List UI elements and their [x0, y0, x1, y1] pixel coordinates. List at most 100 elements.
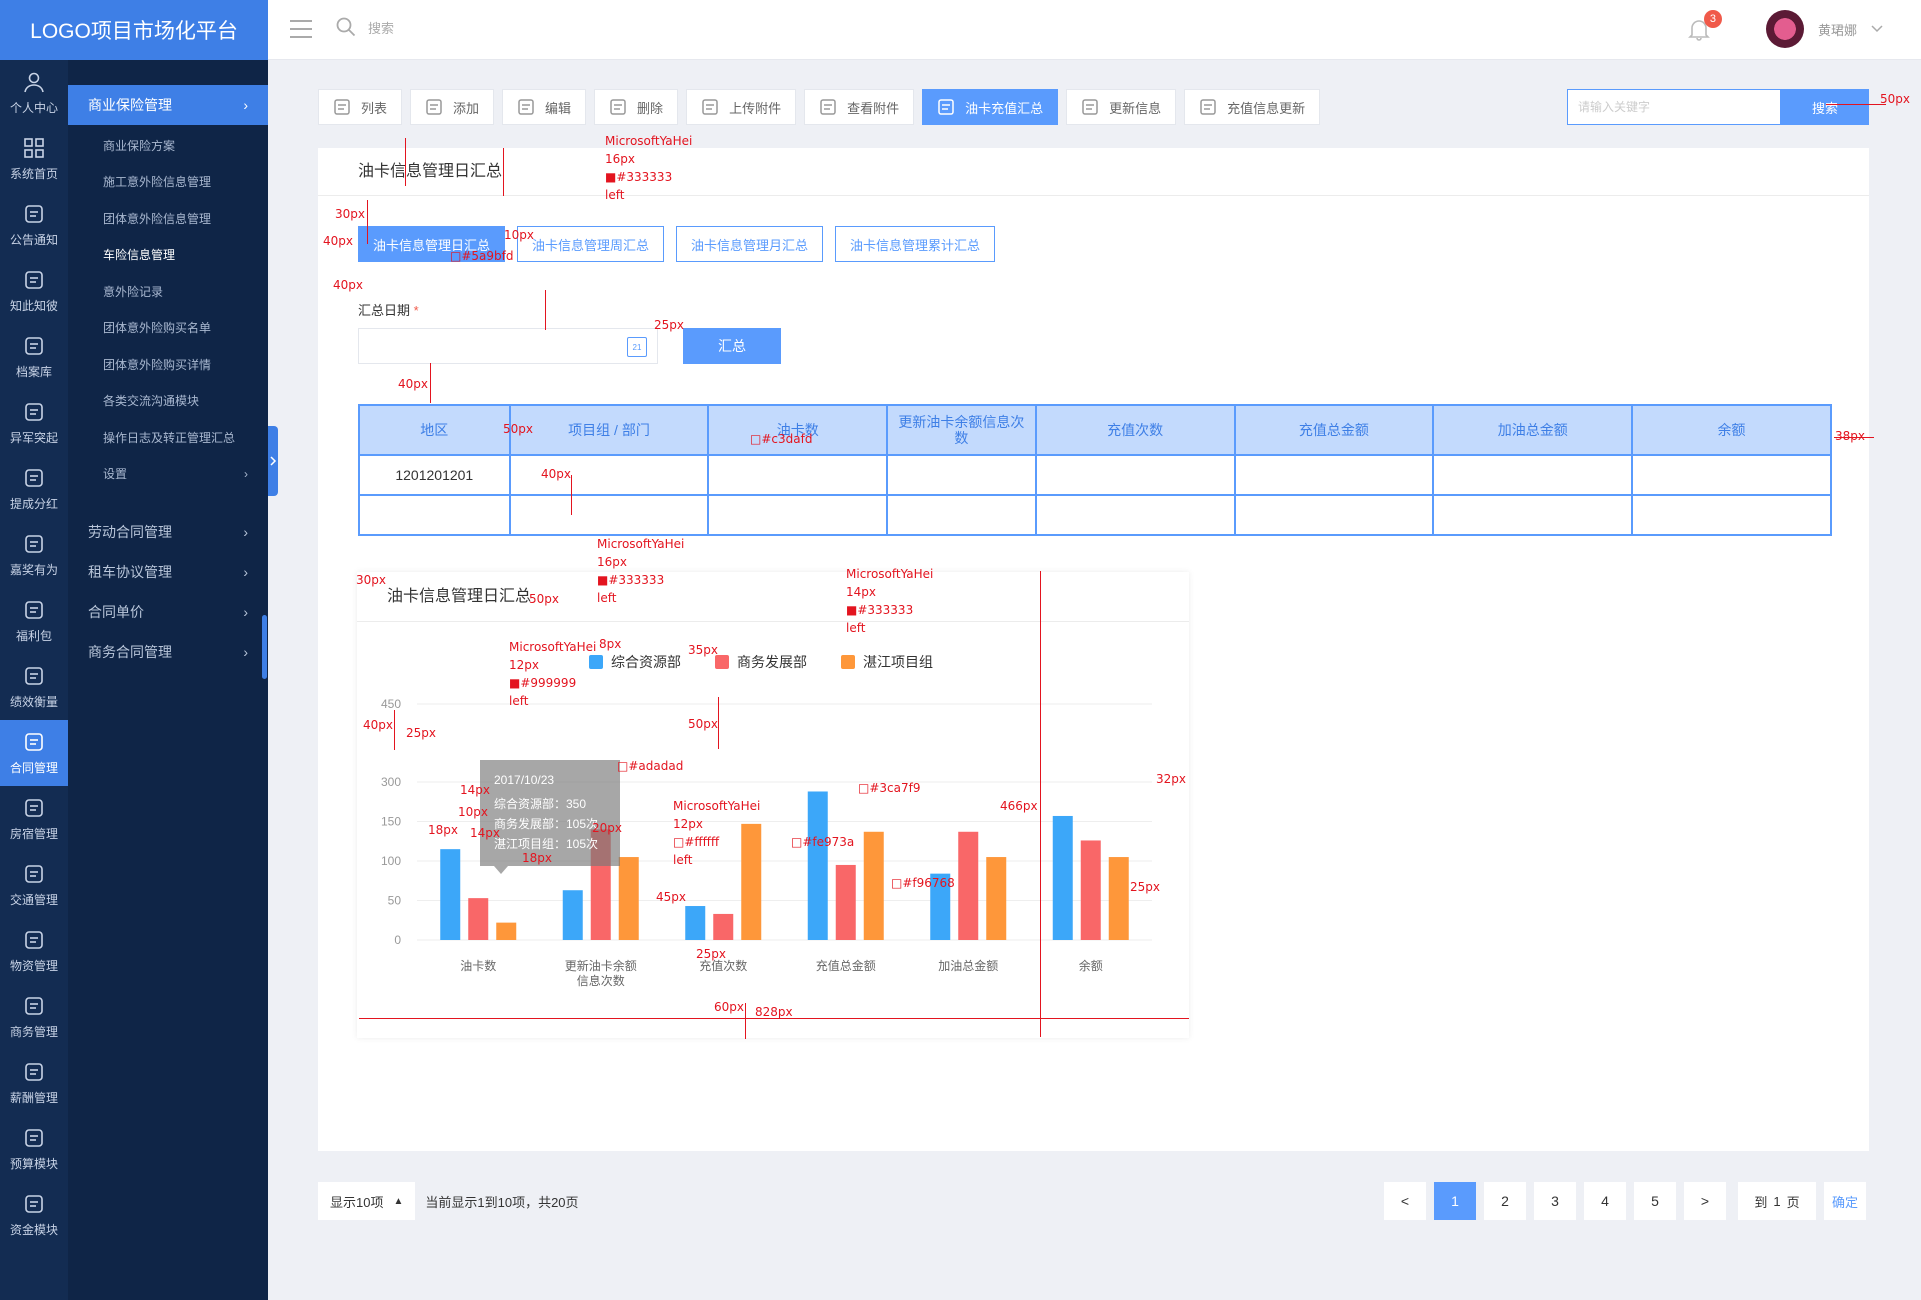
table-header-row: 地区 项目组 / 部门 油卡数 更新油卡余额信息次数 充值次数 充值总金额 加油总金额 余额	[358, 404, 1832, 456]
notification-button[interactable]: 3	[1686, 10, 1722, 42]
rail-item-17[interactable]: 资金模块	[0, 1182, 68, 1248]
annotation-label: 40px	[333, 278, 363, 292]
rail-item-5[interactable]: 异军突起	[0, 390, 68, 456]
rail-item-7[interactable]: 嘉奖有为	[0, 522, 68, 588]
rail-item-1[interactable]: 系统首页	[0, 126, 68, 192]
page-button[interactable]: 1	[1434, 1182, 1476, 1220]
annotation-label: 30px	[356, 573, 386, 587]
x-tick-label: 加油总金额	[938, 958, 998, 973]
toolbar-button-chat-dots[interactable]: 充值信息更新	[1184, 89, 1321, 125]
toolbar-button-edit[interactable]: 编辑	[502, 89, 587, 125]
goto-page[interactable]: 到1页	[1738, 1182, 1816, 1220]
page-button[interactable]: 4	[1584, 1182, 1626, 1220]
rail-item-14[interactable]: 商务管理	[0, 984, 68, 1050]
sidebar-section-header[interactable]: 商业保险管理 ›	[68, 85, 268, 125]
annotation-label: 25px	[406, 726, 436, 740]
sidebar-item[interactable]: 施工意外险信息管理	[68, 164, 268, 201]
sidebar-group[interactable]: 劳动合同管理 ›	[68, 512, 268, 552]
page-button[interactable]: 5	[1634, 1182, 1676, 1220]
sidebar: 商业保险管理 › 商业保险方案 施工意外险信息管理团体意外险信息管理车险信息管理意…	[68, 60, 268, 1300]
rail-item-label: 嘉奖有为	[9, 563, 58, 577]
sidebar-item[interactable]: 设置 ›	[68, 456, 268, 493]
table-row[interactable]: 1201201201	[358, 454, 1832, 496]
icon-rail: 个人中心 系统首页 公告通知 知此知彼 档案库 异军突起提成分红嘉奖有为福利包 绩效衡量 合同…	[0, 60, 68, 1300]
tab-summary-2[interactable]: 油卡信息管理月汇总	[676, 226, 824, 262]
bar	[1108, 857, 1129, 940]
sidebar-groups: 劳动合同管理 › 租车协议管理 › 合同单价 › 商务合同管理 ›	[68, 512, 268, 672]
rail-item-12[interactable]: 交通管理	[0, 852, 68, 918]
sidebar-item[interactable]: 操作日志及转正管理汇总	[68, 419, 268, 456]
summarize-button[interactable]: 汇总	[683, 328, 781, 364]
menu-toggle-icon[interactable]	[290, 20, 312, 38]
rail-item-label: 物资管理	[9, 959, 58, 973]
keyword-input[interactable]: 请输入关键字	[1567, 89, 1781, 125]
annotation-label: MicrosoftYaHei 16px ■#333333 left	[605, 134, 693, 202]
sidebar-item-label: 团体意外险购买名单	[103, 321, 212, 336]
keyword-search-button[interactable]: 搜索	[1781, 89, 1869, 125]
toolbar-button-plus-circle[interactable]: 添加	[410, 89, 495, 125]
username[interactable]: 黄珺娜	[1818, 20, 1857, 39]
top-bar: 搜索 3 黄珺娜	[268, 0, 1921, 60]
sidebar-item[interactable]: 各类交流沟通模块	[68, 383, 268, 420]
toolbar-button-magnifier[interactable]: 查看附件	[804, 89, 915, 125]
rail-item-13[interactable]: 物资管理	[0, 918, 68, 984]
sidebar-group[interactable]: 合同单价 ›	[68, 592, 268, 632]
goto-confirm-button[interactable]: 确定	[1824, 1182, 1866, 1220]
sidebar-item[interactable]: 团体意外险信息管理	[68, 200, 268, 237]
table-header-cell: 加油总金额	[1432, 404, 1634, 456]
next-page-button[interactable]: >	[1684, 1182, 1726, 1220]
table-cell	[707, 494, 889, 536]
app-logo[interactable]: LOGO项目市场化平台	[0, 0, 268, 60]
tab-summary-3[interactable]: 油卡信息管理累计汇总	[835, 226, 996, 262]
sidebar-scrollbar[interactable]	[262, 615, 267, 679]
page-button[interactable]: 3	[1534, 1182, 1576, 1220]
list-icon	[334, 99, 350, 115]
page-button[interactable]: 2	[1484, 1182, 1526, 1220]
rail-item-4[interactable]: 档案库	[0, 324, 68, 390]
rail-item-16[interactable]: 预算模块	[0, 1116, 68, 1182]
rail-item-3[interactable]: 知此知彼	[0, 258, 68, 324]
sidebar-group[interactable]: 商务合同管理 ›	[68, 632, 268, 672]
rail-item-8[interactable]: 福利包	[0, 588, 68, 654]
sidebar-item[interactable]: 团体意外险购买详情	[68, 346, 268, 383]
rail-item-6[interactable]: 提成分红	[0, 456, 68, 522]
toolbar-button-list[interactable]: 列表	[318, 89, 403, 125]
bar	[496, 922, 517, 940]
avatar[interactable]	[1765, 10, 1804, 48]
rail-item-0[interactable]: 个人中心	[0, 60, 68, 126]
sidebar-group[interactable]: 租车协议管理 ›	[68, 552, 268, 592]
sidebar-item-label: 团体意外险信息管理	[103, 211, 212, 226]
rail-item-2[interactable]: 公告通知	[0, 192, 68, 258]
table-row[interactable]	[358, 494, 1832, 536]
annotation-label: MicrosoftYaHei 16px ■#333333 left	[597, 537, 685, 605]
rail-item-10[interactable]: 合同管理	[0, 720, 68, 786]
rail-item-11[interactable]: 房宿管理	[0, 786, 68, 852]
global-search[interactable]: 搜索	[336, 17, 394, 37]
sidebar-item[interactable]: 团体意外险购买名单	[68, 310, 268, 347]
page-size-select[interactable]: 显示10项 ▲	[318, 1182, 416, 1220]
goto-input[interactable]: 1	[1773, 1194, 1780, 1209]
tab-summary-1[interactable]: 油卡信息管理周汇总	[517, 226, 665, 262]
table-cell: 1201201201	[358, 454, 511, 496]
date-label-text: 汇总日期	[358, 303, 411, 318]
annotation-label: 25px	[1130, 880, 1160, 894]
chevron-down-icon[interactable]	[1871, 25, 1883, 33]
toolbar-button-trash[interactable]: 删除	[594, 89, 679, 125]
toolbar-button-chat[interactable]: 更新信息	[1066, 89, 1177, 125]
calendar-icon[interactable]: 21	[627, 337, 647, 357]
toolbar-button-clipboard[interactable]: 油卡充值汇总	[922, 89, 1059, 125]
rail-item-label: 提成分红	[9, 497, 58, 511]
sidebar-group-label: 租车协议管理	[88, 564, 172, 580]
panel-title: 油卡信息管理日汇总	[318, 148, 1869, 196]
toolbar-button-paperclip[interactable]: 上传附件	[686, 89, 797, 125]
sidebar-item[interactable]: 车险信息管理	[68, 237, 268, 274]
rail-item-15[interactable]: 薪酬管理	[0, 1050, 68, 1116]
toolbar-button-label: 充值信息更新	[1227, 100, 1306, 116]
sidebar-item[interactable]: 商业保险方案	[68, 127, 268, 164]
sidebar-collapse-handle[interactable]	[268, 426, 278, 496]
rail-item-9[interactable]: 绩效衡量	[0, 654, 68, 720]
prev-page-button[interactable]: <	[1384, 1182, 1426, 1220]
sidebar-item[interactable]: 意外险记录	[68, 273, 268, 310]
date-picker-input[interactable]: 21	[358, 328, 658, 364]
x-tick-label: 充值总金额	[816, 958, 876, 973]
